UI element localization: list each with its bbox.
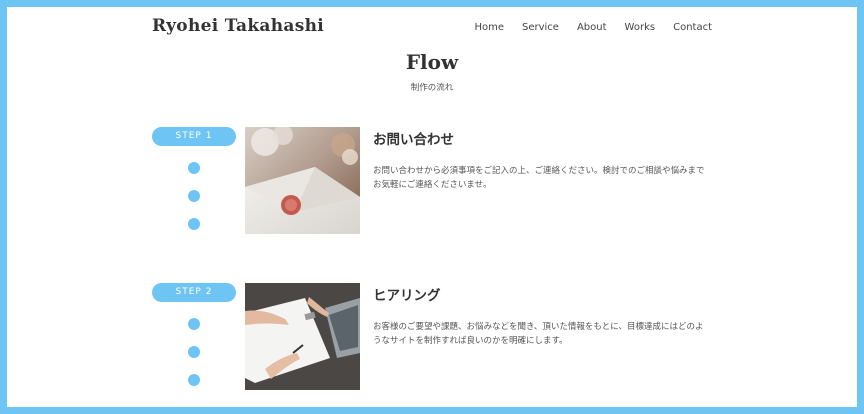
step-dot [188,346,200,358]
flow-step-2: STEP 2 ヒアリング お客様のご要望や課題、お悩みなどを聞き、頂いた情報をも… [152,283,712,393]
step-dot [188,218,200,230]
site-title[interactable]: Ryohei Takahashi [152,16,324,36]
step-description: お問い合わせから必須事項をご記入の上、ご連絡ください。検討でのご相談や悩みまでお… [373,166,705,190]
step-dot [188,374,200,386]
main-nav: Home Service About Works Contact [474,22,712,33]
step-dot [188,162,200,174]
step-badge: STEP 1 [152,127,236,146]
flow-step-1: STEP 1 お問い合わせ お問い合わせから必須事項をご記入の上、ご連絡ください… [152,127,712,237]
section-title: Flow [405,50,459,74]
section-subtitle: 制作の流れ [410,83,454,93]
nav-works[interactable]: Works [625,22,656,33]
step-dot [188,190,200,202]
step-dot [188,318,200,330]
nav-about[interactable]: About [577,22,607,33]
step-badge: STEP 2 [152,283,236,302]
step-description: お客様のご要望や課題、お悩みなどを聞き、頂いた情報をもとに、目標達成にはどのよう… [373,322,704,346]
envelope-photo [245,127,360,234]
step-title: ヒアリング [373,288,441,304]
hearing-photo [245,283,360,390]
nav-home[interactable]: Home [474,22,504,33]
nav-contact[interactable]: Contact [673,22,712,33]
step-title: お問い合わせ [373,132,454,148]
nav-service[interactable]: Service [522,22,559,33]
